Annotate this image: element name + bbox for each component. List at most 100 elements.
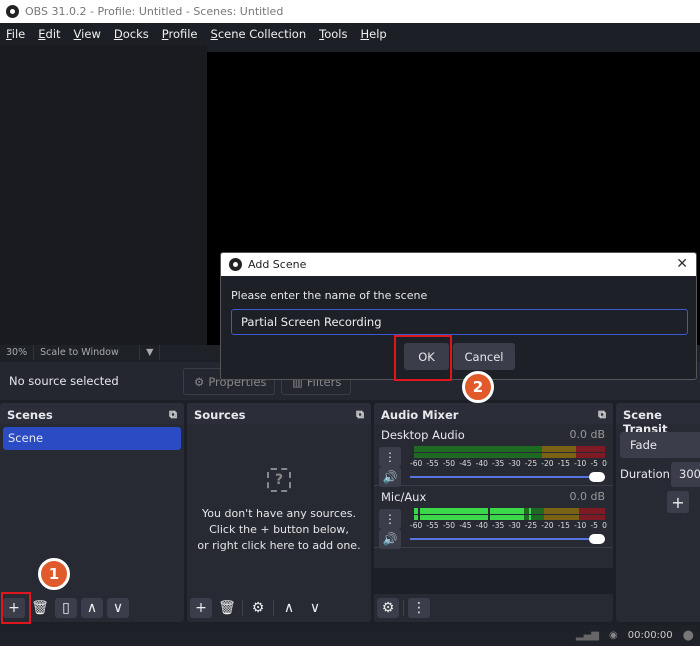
tick-label: -5 bbox=[590, 459, 598, 468]
volume-slider[interactable] bbox=[410, 472, 605, 482]
step-badge-2: 2 bbox=[462, 371, 494, 403]
menu-edit[interactable]: Edit bbox=[38, 27, 60, 41]
advanced-audio-button[interactable]: ⚙ bbox=[377, 598, 399, 618]
float-dock-icon[interactable]: ⧉ bbox=[598, 408, 606, 421]
empty-line: You don't have any sources. bbox=[202, 507, 356, 520]
remove-scene-button[interactable]: 🗑 bbox=[29, 598, 51, 618]
source-properties-button[interactable]: ⚙ bbox=[247, 598, 269, 618]
channel-menu-button[interactable]: ⋮ bbox=[379, 447, 401, 467]
scenes-title: Scenes bbox=[7, 408, 53, 422]
tick-label: -20 bbox=[541, 521, 554, 530]
close-icon[interactable]: ✕ bbox=[676, 256, 688, 272]
tick-label: -50 bbox=[442, 521, 456, 530]
tick-label: -35 bbox=[492, 459, 505, 468]
add-source-button[interactable]: + bbox=[190, 598, 212, 618]
meter-scale: -60 -55 -50 -45 -40 -35 -30 -25 -20 -15 -10 -5 0 bbox=[410, 459, 607, 468]
menu-bar: File Edit View Docks Profile Scene Colle… bbox=[0, 23, 700, 45]
slider-handle[interactable] bbox=[589, 534, 605, 544]
obs-logo-icon bbox=[229, 258, 242, 271]
tick-label: -10 bbox=[574, 459, 587, 468]
scene-list-item[interactable]: Scene bbox=[3, 427, 181, 450]
channel-level: 0.0 dB bbox=[569, 490, 605, 503]
window-title: OBS 31.0.2 - Profile: Untitled - Scenes:… bbox=[25, 5, 284, 18]
menu-scene-collection[interactable]: Scene Collection bbox=[211, 27, 307, 41]
menu-view[interactable]: View bbox=[74, 27, 101, 41]
transition-select[interactable]: Fade bbox=[620, 432, 700, 458]
scene-name-input[interactable] bbox=[231, 309, 688, 335]
signal-icon: ▂▄▆ bbox=[575, 630, 599, 641]
tick-label: -35 bbox=[492, 521, 505, 530]
obs-logo-icon bbox=[6, 5, 19, 18]
move-up-button[interactable]: ∧ bbox=[81, 598, 103, 618]
mixer-menu-button[interactable]: ⋮ bbox=[408, 598, 430, 618]
sources-empty-state[interactable]: ? You don't have any sources. Click the … bbox=[187, 468, 371, 554]
menu-help[interactable]: Help bbox=[360, 27, 386, 41]
tick-label: -60 bbox=[410, 521, 423, 530]
scale-mode-select[interactable]: Scale to Window bbox=[34, 345, 141, 360]
mixer-channel: Mic/Aux 0.0 dB ⋮ -60 -55 -50 -45 -40 -35 -30 -2… bbox=[374, 486, 613, 549]
mute-speaker-icon[interactable]: 🔊 bbox=[379, 467, 401, 487]
tick-label: -40 bbox=[475, 459, 488, 468]
gear-icon: ⚙ bbox=[194, 374, 205, 389]
tick-label: -30 bbox=[508, 521, 521, 530]
streaming-icon: ◉ bbox=[609, 630, 618, 641]
tick-label: -60 bbox=[410, 459, 423, 468]
menu-tools[interactable]: Tools bbox=[319, 27, 347, 41]
scene-filters-button[interactable]: ▯ bbox=[55, 598, 77, 618]
source-status: No source selected bbox=[9, 374, 119, 388]
move-up-button[interactable]: ∧ bbox=[278, 598, 300, 618]
empty-line: Click the + button below, bbox=[209, 523, 349, 536]
tick-label: -50 bbox=[442, 459, 456, 468]
move-down-button[interactable]: ∨ bbox=[107, 598, 129, 618]
channel-menu-button[interactable]: ⋮ bbox=[379, 509, 401, 529]
dialog-title: Add Scene bbox=[248, 258, 307, 271]
add-scene-dialog: Add Scene ✕ Please enter the name of the… bbox=[220, 252, 697, 380]
remove-source-button[interactable]: 🗑 bbox=[216, 598, 238, 618]
channel-name: Desktop Audio bbox=[381, 428, 465, 442]
tick-label: -25 bbox=[524, 521, 538, 530]
title-bar: OBS 31.0.2 - Profile: Untitled - Scenes:… bbox=[0, 0, 700, 23]
sources-dock: Sources ⧉ ? You don't have any sources. C… bbox=[187, 403, 371, 622]
tick-label: -55 bbox=[426, 459, 439, 468]
transitions-title: Scene Transit bbox=[623, 408, 668, 436]
scene-transitions-dock: Scene Transit Fade Duration 300 + bbox=[616, 403, 700, 622]
mute-speaker-icon[interactable]: 🔊 bbox=[379, 529, 401, 549]
channel-level: 0.0 dB bbox=[569, 428, 605, 441]
menu-docks[interactable]: Docks bbox=[114, 27, 149, 41]
cancel-button[interactable]: Cancel bbox=[453, 343, 515, 370]
zoom-level: 30% bbox=[0, 345, 35, 360]
float-dock-icon[interactable]: ⧉ bbox=[356, 408, 364, 421]
volume-meter bbox=[414, 508, 605, 520]
tick-label: 0 bbox=[602, 459, 607, 468]
duration-label: Duration bbox=[620, 467, 670, 481]
tick-label: -45 bbox=[459, 521, 472, 530]
tick-label: 0 bbox=[602, 521, 607, 530]
menu-file[interactable]: File bbox=[6, 27, 25, 41]
tick-label: -55 bbox=[426, 521, 439, 530]
tick-label: -15 bbox=[557, 459, 570, 468]
tick-label: -30 bbox=[508, 459, 521, 468]
slider-handle[interactable] bbox=[589, 472, 605, 482]
dialog-prompt: Please enter the name of the scene bbox=[231, 289, 428, 302]
duration-input[interactable]: 300 bbox=[671, 462, 700, 487]
record-icon: ● bbox=[682, 628, 694, 643]
dropdown-arrow-icon[interactable]: ▼ bbox=[140, 345, 161, 360]
audio-mixer-dock: Audio Mixer ⧉ Desktop Audio 0.0 dB ⋮ -60-… bbox=[374, 403, 613, 622]
stream-time: 00:00:00 bbox=[627, 630, 673, 641]
add-transition-button[interactable]: + bbox=[667, 491, 689, 513]
highlight-ok bbox=[394, 335, 452, 381]
meter-scale: -60 -55 -50 -45 -40 -35 -30 -25 -20 -15 -10 -5 0 bbox=[410, 521, 607, 530]
menu-profile[interactable]: Profile bbox=[162, 27, 198, 41]
scenes-dock: Scenes ⧉ Scene + 🗑 ▯ ∧ ∨ bbox=[0, 403, 184, 622]
tick-label: -10 bbox=[574, 521, 587, 530]
tick-label: -45 bbox=[459, 459, 472, 468]
volume-meter bbox=[414, 446, 605, 458]
preview-background bbox=[0, 45, 207, 345]
mixer-channel: Desktop Audio 0.0 dB ⋮ -60 -55 -50 -45 -40 -3… bbox=[374, 424, 613, 487]
mixer-empty-area bbox=[374, 568, 613, 594]
empty-line: or right click here to add one. bbox=[197, 539, 361, 552]
highlight-add-scene bbox=[1, 592, 31, 624]
move-down-button[interactable]: ∨ bbox=[304, 598, 326, 618]
volume-slider[interactable] bbox=[410, 534, 605, 544]
float-dock-icon[interactable]: ⧉ bbox=[169, 408, 177, 421]
